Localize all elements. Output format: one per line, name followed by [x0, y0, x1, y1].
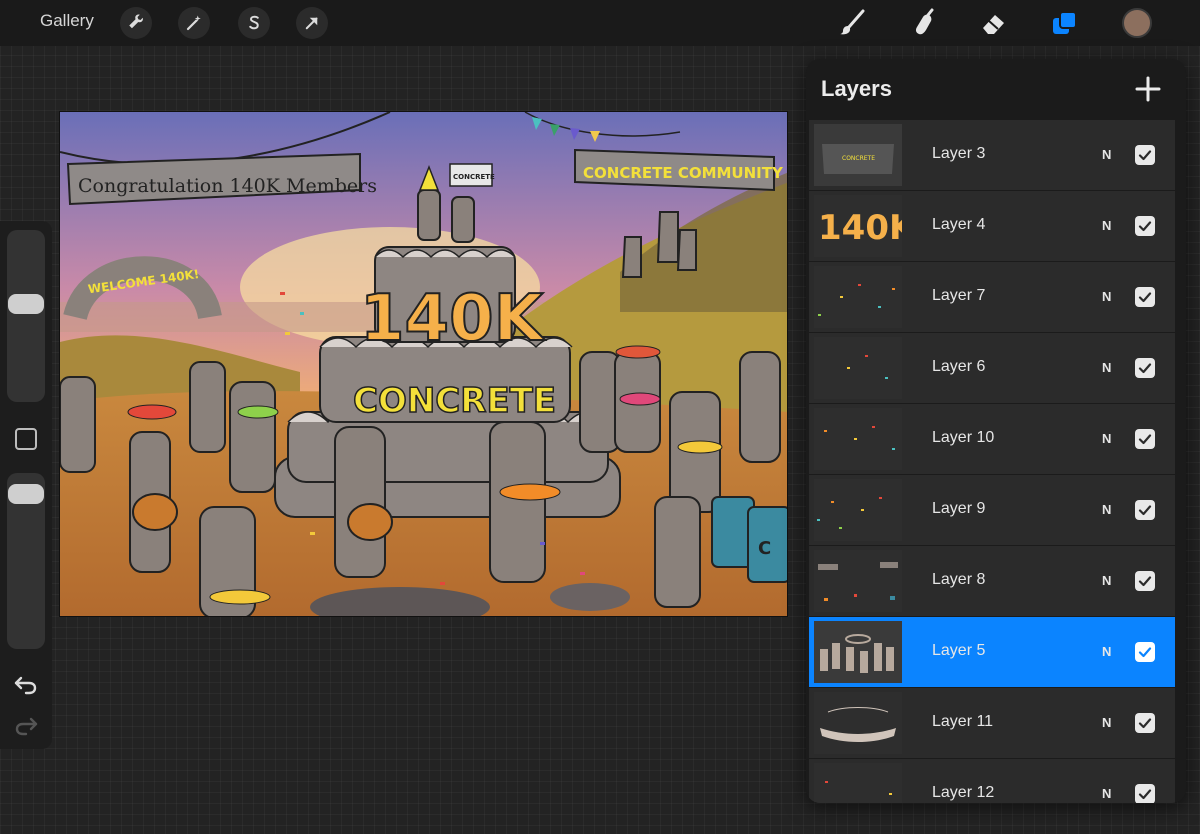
blend-mode-button[interactable]: N	[1102, 147, 1111, 162]
layer-row[interactable]: Layer 10 N	[809, 404, 1175, 474]
visibility-checkbox[interactable]	[1135, 713, 1155, 733]
blend-mode-button[interactable]: N	[1102, 289, 1111, 304]
blend-mode-button[interactable]: N	[1102, 502, 1111, 517]
artwork-illustration: Congratulation 140K Members CONCRETE COM…	[60, 112, 787, 616]
layer-row[interactable]: Layer 9 N	[809, 475, 1175, 545]
layer-thumbnail	[814, 266, 902, 328]
brush-size-slider[interactable]	[7, 230, 45, 402]
layer-thumbnail: 140K	[814, 195, 902, 257]
layer-name: Layer 3	[932, 145, 986, 162]
selection-s-icon[interactable]	[238, 7, 270, 39]
layers-list: CONCRETELayer 3N140KLayer 4NLayer 7NLaye…	[809, 120, 1175, 803]
layer-name: Layer 9	[932, 500, 986, 517]
brush-icon[interactable]	[835, 6, 869, 40]
layer-thumbnail	[814, 763, 902, 803]
undo-icon[interactable]	[12, 672, 40, 696]
blend-mode-button[interactable]: N	[1102, 573, 1111, 588]
checkmark-icon	[1138, 434, 1152, 445]
cake-sub-text: CONCRETE	[353, 381, 556, 421]
gallery-button[interactable]: Gallery	[40, 11, 94, 31]
checkmark-icon	[1138, 576, 1152, 587]
layer-name: Layer 11	[932, 713, 994, 730]
blend-mode-button[interactable]: N	[1102, 360, 1111, 375]
left-sidebar	[0, 221, 52, 749]
eraser-icon[interactable]	[977, 6, 1011, 40]
layer-thumbnail: CONCRETE	[814, 124, 902, 186]
blend-mode-button[interactable]: N	[1102, 644, 1111, 659]
checkmark-icon	[1138, 292, 1152, 303]
layers-icon[interactable]	[1048, 6, 1082, 40]
layer-row[interactable]: Layer 5 N	[809, 617, 1175, 687]
layer-thumbnail	[814, 479, 902, 541]
layers-panel-title: Layers	[821, 76, 892, 101]
brush-size-thumb[interactable]	[8, 294, 44, 314]
layer-thumbnail	[814, 550, 902, 612]
blend-mode-button[interactable]: N	[1102, 715, 1111, 730]
redo-icon[interactable]	[12, 713, 40, 737]
visibility-checkbox[interactable]	[1135, 358, 1155, 378]
blend-mode-button[interactable]: N	[1102, 786, 1111, 801]
layer-name: Layer 7	[932, 287, 986, 304]
checkmark-icon	[1138, 150, 1152, 161]
drawing-canvas[interactable]: Congratulation 140K Members CONCRETE COM…	[59, 111, 788, 617]
checkmark-icon	[1138, 221, 1152, 232]
wrench-icon[interactable]	[120, 7, 152, 39]
magic-wand-icon[interactable]	[178, 7, 210, 39]
checkmark-icon	[1138, 718, 1152, 729]
visibility-checkbox[interactable]	[1135, 429, 1155, 449]
transform-arrow-icon[interactable]	[296, 7, 328, 39]
opacity-slider[interactable]	[7, 473, 45, 649]
banner-right-text: CONCRETE COMMUNITY	[583, 164, 784, 182]
svg-text:140K: 140K	[818, 208, 902, 248]
visibility-checkbox[interactable]	[1135, 642, 1155, 662]
blend-mode-button[interactable]: N	[1102, 431, 1111, 446]
layer-name: Layer 8	[932, 571, 986, 588]
visibility-checkbox[interactable]	[1135, 571, 1155, 591]
layer-name: Layer 4	[932, 216, 986, 233]
opacity-thumb[interactable]	[8, 484, 44, 504]
layer-row[interactable]: CONCRETE Layer 3 N	[809, 120, 1175, 190]
svg-text:CONCRETE: CONCRETE	[842, 155, 875, 162]
visibility-checkbox[interactable]	[1135, 287, 1155, 307]
layer-name: Layer 12	[932, 784, 995, 801]
drum-letter: C	[758, 538, 771, 559]
layer-name: Layer 10	[932, 429, 995, 446]
blend-mode-button[interactable]: N	[1102, 218, 1111, 233]
layer-row[interactable]: Layer 6 N	[809, 333, 1175, 403]
layer-thumbnail	[814, 692, 902, 754]
layer-name: Layer 6	[932, 358, 986, 375]
checkmark-icon	[1138, 647, 1152, 658]
visibility-checkbox[interactable]	[1135, 145, 1155, 165]
flag-text: CONCRETE	[453, 173, 495, 181]
visibility-checkbox[interactable]	[1135, 216, 1155, 236]
banner-left-text: Congratulation 140K Members	[78, 175, 377, 197]
modify-square-button[interactable]	[15, 428, 37, 450]
top-toolbar: Gallery	[0, 0, 1200, 46]
checkmark-icon	[1138, 505, 1152, 516]
layer-thumbnail	[814, 621, 902, 683]
layer-row[interactable]: Layer 7 N	[809, 262, 1175, 332]
visibility-checkbox[interactable]	[1135, 500, 1155, 520]
color-picker-swatch[interactable]	[1122, 8, 1152, 38]
layer-row[interactable]: Layer 12 N	[809, 759, 1175, 803]
cake-big-text: 140K	[360, 282, 546, 356]
layer-row[interactable]: Layer 8 N	[809, 546, 1175, 616]
visibility-checkbox[interactable]	[1135, 784, 1155, 803]
layers-panel: Layers CONCRETELayer 3N140KLayer 4NLayer…	[806, 59, 1186, 803]
layer-row[interactable]: 140K Layer 4 N	[809, 191, 1175, 261]
layer-thumbnail	[814, 337, 902, 399]
checkmark-icon	[1138, 363, 1152, 374]
smudge-icon[interactable]	[906, 6, 940, 40]
layer-name: Layer 5	[932, 642, 986, 659]
layer-thumbnail	[814, 408, 902, 470]
checkmark-icon	[1138, 789, 1152, 800]
plus-icon[interactable]	[1134, 75, 1162, 103]
layer-row[interactable]: Layer 11 N	[809, 688, 1175, 758]
